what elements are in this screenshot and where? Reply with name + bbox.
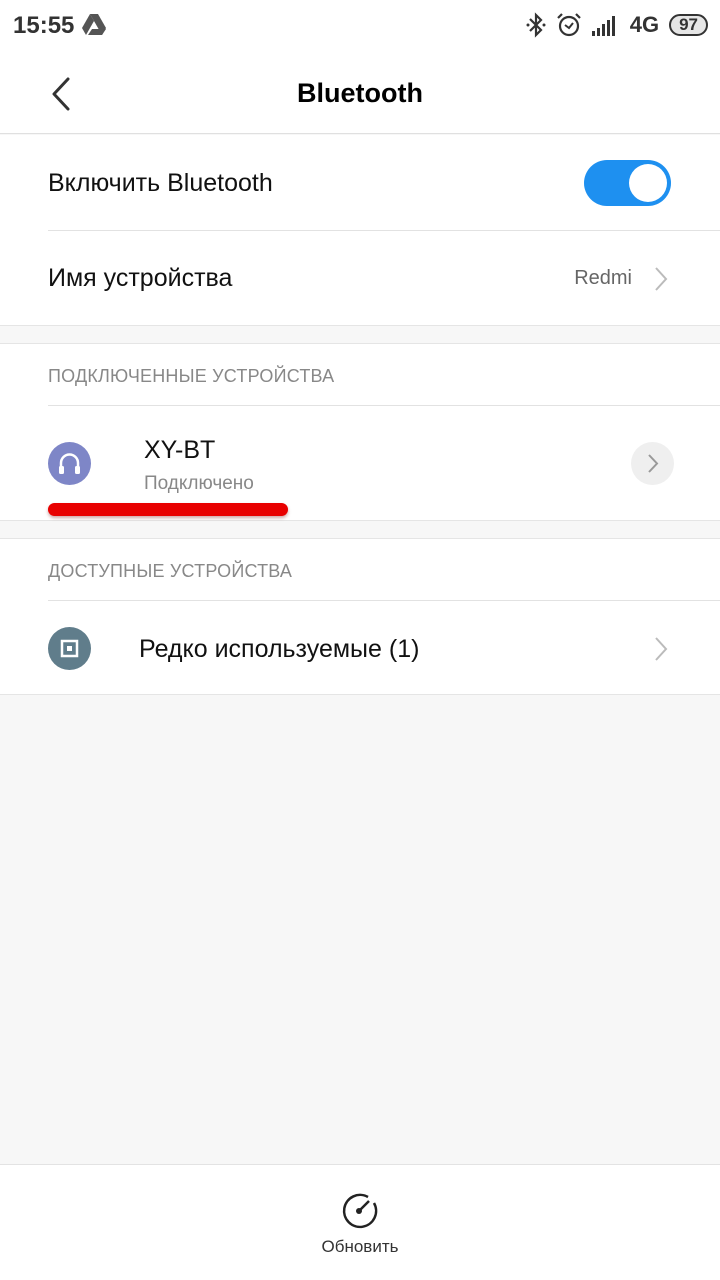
headphones-icon bbox=[59, 453, 80, 474]
chevron-right-icon bbox=[655, 637, 668, 661]
connected-devices-group: ПОДКЛЮЧЕННЫЕ УСТРОЙСТВА XY-BT Подключено bbox=[0, 343, 720, 521]
device-name-row[interactable]: Имя устройства Redmi bbox=[0, 231, 720, 326]
device-icon bbox=[60, 639, 79, 658]
header: Bluetooth bbox=[0, 52, 720, 134]
refresh-label: Обновить bbox=[321, 1237, 399, 1256]
toggle-knob bbox=[629, 164, 667, 202]
refresh-button[interactable]: Обновить bbox=[300, 1187, 420, 1267]
bluetooth-icon bbox=[526, 12, 546, 38]
device-name-value: Redmi bbox=[574, 267, 632, 289]
chevron-right-icon bbox=[648, 454, 659, 473]
available-devices-group: ДОСТУПНЫЕ УСТРОЙСТВА Редко используемые … bbox=[0, 538, 720, 695]
available-section-title: ДОСТУПНЫЕ УСТРОЙСТВА bbox=[48, 561, 293, 581]
connected-section-title: ПОДКЛЮЧЕННЫЕ УСТРОЙСТВА bbox=[48, 366, 335, 386]
status-time: 15:55 bbox=[13, 12, 75, 39]
red-underline-annotation bbox=[48, 503, 288, 516]
device-name: XY-BT bbox=[144, 436, 216, 464]
signal-icon bbox=[591, 16, 615, 36]
device-name-label: Имя устройства bbox=[48, 264, 233, 292]
bluetooth-toggle-label: Включить Bluetooth bbox=[48, 169, 273, 197]
page-title: Bluetooth bbox=[297, 78, 423, 108]
bottom-bar: Обновить bbox=[0, 1164, 720, 1280]
battery-indicator: 97 bbox=[669, 14, 708, 36]
device-status: Подключено bbox=[144, 473, 254, 494]
rarely-used-label: Редко используемые (1) bbox=[139, 635, 420, 663]
device-details-button[interactable] bbox=[631, 442, 674, 485]
status-icons: 4G 97 bbox=[526, 11, 708, 39]
alarm-icon bbox=[556, 13, 581, 37]
bluetooth-toggle[interactable] bbox=[584, 160, 671, 206]
chevron-right-icon bbox=[655, 267, 668, 291]
device-icon-circle bbox=[48, 442, 91, 485]
bluetooth-toggle-row[interactable]: Включить Bluetooth bbox=[0, 135, 720, 230]
status-bar: 15:55 4G 97 bbox=[0, 0, 720, 52]
bluetooth-settings-group: Включить Bluetooth Имя устройства Redmi bbox=[0, 135, 720, 326]
rarely-used-row[interactable]: Редко используемые (1) bbox=[0, 601, 720, 696]
google-drive-icon bbox=[82, 14, 106, 35]
device-icon-circle bbox=[48, 627, 91, 670]
gauge-icon bbox=[342, 1193, 378, 1229]
network-type: 4G bbox=[629, 12, 660, 37]
